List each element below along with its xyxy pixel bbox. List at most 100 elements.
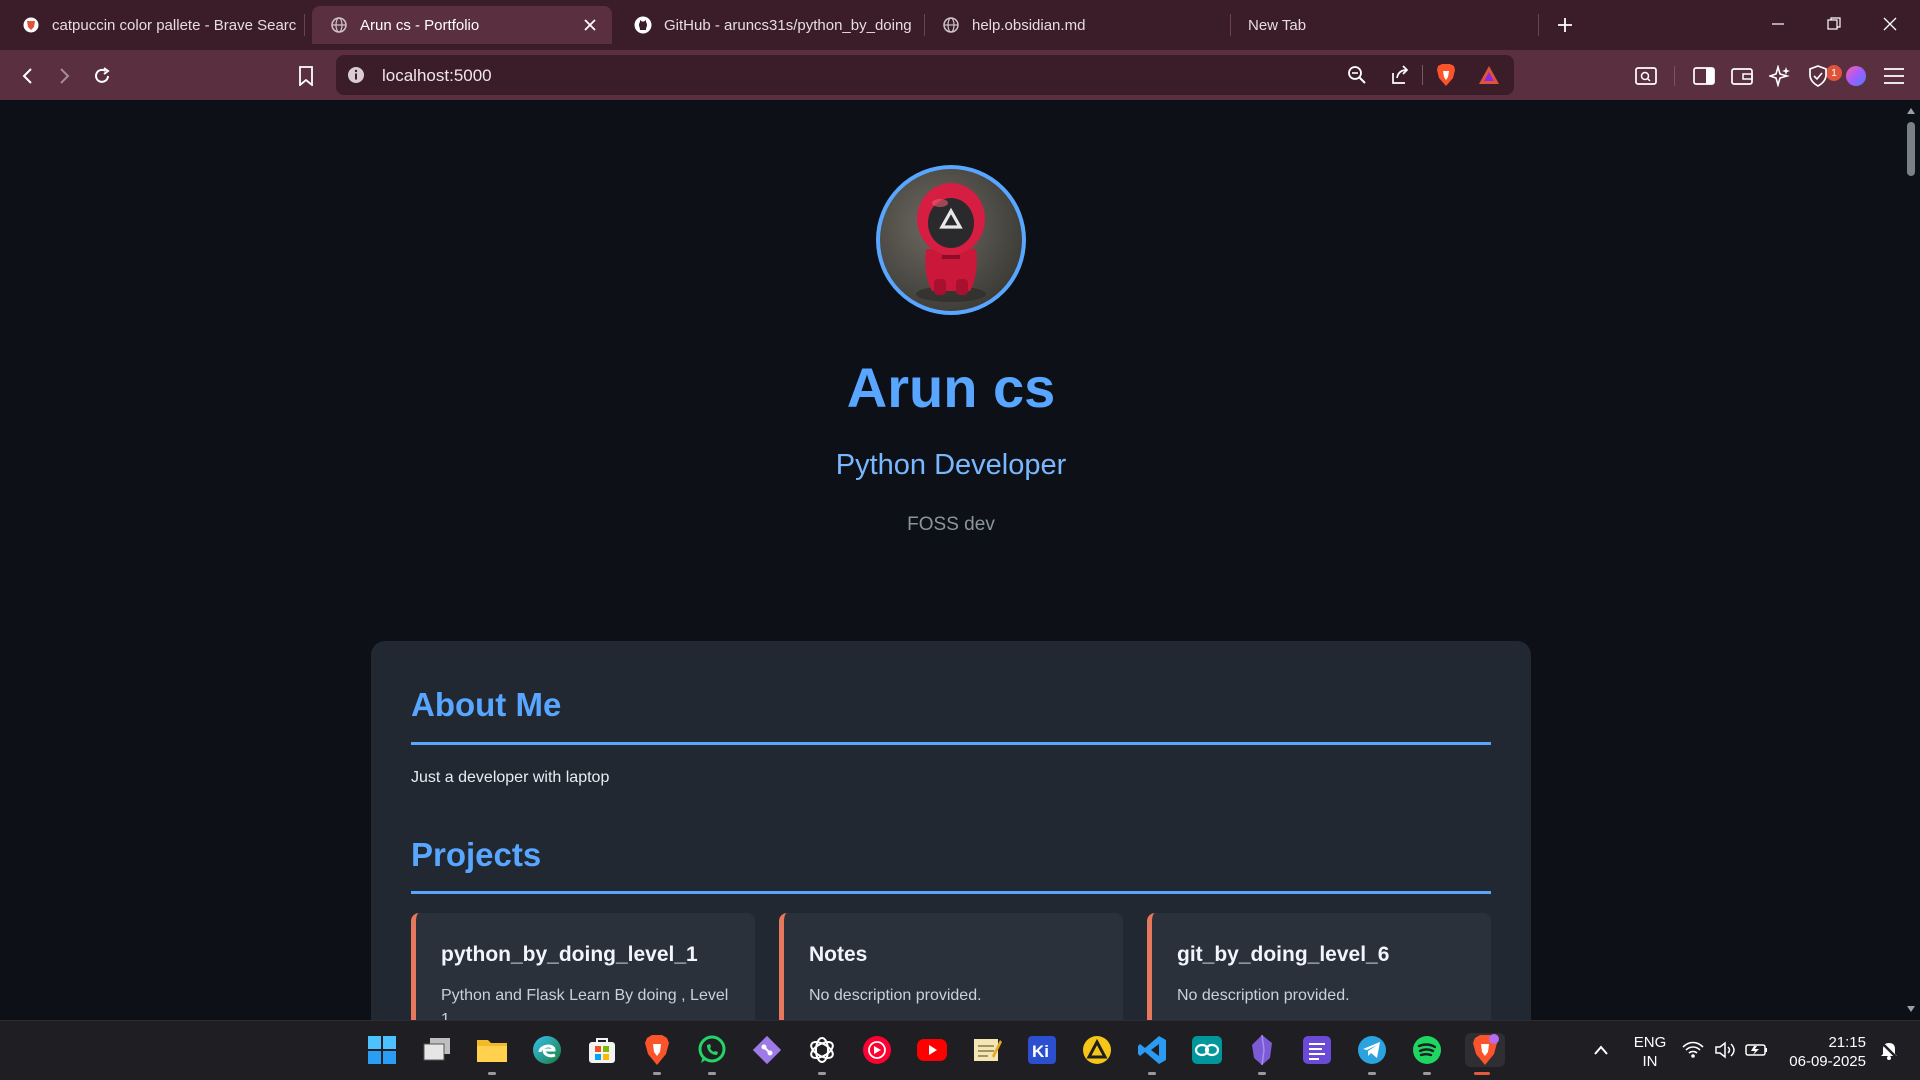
text-editor-icon[interactable] <box>1300 1033 1334 1067</box>
minimize-button[interactable] <box>1758 8 1798 40</box>
project-description: No description provided. <box>1177 987 1350 1004</box>
page-scrollbar[interactable] <box>1902 100 1920 1020</box>
tab-title: GitHub - aruncs31s/python_by_doing <box>664 16 912 34</box>
running-indicator <box>708 1072 716 1075</box>
bookmark-icon[interactable] <box>292 62 320 90</box>
clock[interactable]: 21:15 06-09-2025 <box>1782 1033 1866 1071</box>
volume-icon[interactable] <box>1712 1033 1738 1067</box>
portfolio-page: Arun cs Python Developer FOSS dev About … <box>0 100 1902 1020</box>
project-card[interactable]: Notes No description provided. <box>779 913 1123 1020</box>
region-code: IN <box>1642 1053 1658 1070</box>
reload-button[interactable] <box>88 62 116 90</box>
github-icon <box>634 16 652 34</box>
sidebar-icon[interactable] <box>1690 62 1718 90</box>
obsidian-icon[interactable] <box>1245 1033 1279 1075</box>
tab-title: catpuccin color pallete - Brave Search <box>52 16 296 34</box>
menu-icon[interactable] <box>1880 62 1908 90</box>
projects-divider <box>411 891 1491 894</box>
tab-github[interactable]: GitHub - aruncs31s/python_by_doing <box>616 6 916 44</box>
new-tab-button[interactable] <box>1552 12 1578 38</box>
chevron-up-icon[interactable] <box>1584 1033 1618 1067</box>
close-tab-icon[interactable] <box>580 15 600 35</box>
tab-divider <box>1538 14 1539 36</box>
brave-icon[interactable] <box>640 1033 674 1075</box>
svg-text:Ki: Ki <box>1032 1042 1049 1061</box>
running-indicator <box>653 1072 661 1075</box>
telegram-icon[interactable] <box>1355 1033 1389 1075</box>
project-card[interactable]: git_by_doing_level_6 No description prov… <box>1147 913 1491 1020</box>
reader-mode-icon[interactable] <box>1632 62 1660 90</box>
close-window-button[interactable] <box>1870 8 1910 40</box>
triangle-app-icon[interactable] <box>1080 1033 1114 1067</box>
squid-game-guard-figure <box>916 183 986 302</box>
back-button[interactable] <box>14 62 42 90</box>
brave-shields-icon[interactable] <box>1432 61 1460 89</box>
scrollbar-thumb[interactable] <box>1907 122 1915 176</box>
battery-icon[interactable] <box>1744 1033 1770 1067</box>
tab-obsidian-help[interactable]: help.obsidian.md <box>924 6 1224 44</box>
about-divider <box>411 742 1491 745</box>
url-text[interactable]: localhost:5000 <box>382 66 492 86</box>
leo-ai-icon[interactable] <box>1766 62 1794 90</box>
scroll-up-arrow-icon[interactable] <box>1906 106 1916 116</box>
notes-icon[interactable] <box>970 1033 1004 1067</box>
project-description: Python and Flask Learn By doing , Level … <box>441 987 729 1020</box>
running-indicator <box>818 1072 826 1075</box>
spotify-icon[interactable] <box>1410 1033 1444 1075</box>
project-title[interactable]: git_by_doing_level_6 <box>1177 943 1389 967</box>
about-text: Just a developer with laptop <box>411 769 610 786</box>
file-explorer-icon[interactable] <box>475 1033 509 1075</box>
zoom-icon[interactable] <box>1343 61 1371 89</box>
running-indicator <box>488 1072 496 1075</box>
project-card[interactable]: python_by_doing_level_1 Python and Flask… <box>411 913 755 1020</box>
tab-title: New Tab <box>1248 16 1307 34</box>
share-icon[interactable] <box>1386 61 1414 89</box>
project-description: No description provided. <box>809 987 982 1004</box>
running-indicator <box>1474 1072 1490 1075</box>
address-bar[interactable]: localhost:5000 1 <box>336 55 1842 95</box>
clock-date: 06-09-2025 <box>1789 1053 1866 1070</box>
brave-rewards-icon[interactable] <box>1475 61 1503 89</box>
projects-heading: Projects <box>411 836 542 873</box>
microsoft-store-icon[interactable] <box>585 1033 619 1067</box>
language-indicator[interactable]: ENG IN <box>1628 1033 1672 1071</box>
wifi-icon[interactable] <box>1680 1033 1706 1067</box>
kiwix-icon[interactable]: Ki <box>1025 1033 1059 1067</box>
language-code: ENG <box>1633 1034 1667 1051</box>
divider <box>1674 66 1675 86</box>
profile-name: Arun cs <box>846 356 1056 419</box>
youtube-music-icon[interactable] <box>860 1033 894 1067</box>
tab-divider <box>304 14 305 36</box>
content-card: About Me Just a developer with laptop Pr… <box>371 641 1531 1020</box>
vpn-shield-icon[interactable] <box>1804 62 1832 90</box>
profile-tagline: FOSS dev <box>907 514 995 535</box>
arduino-icon[interactable] <box>1190 1033 1224 1067</box>
whatsapp-icon[interactable] <box>695 1033 729 1075</box>
wallet-icon[interactable] <box>1728 62 1756 90</box>
brave-active-icon[interactable] <box>1465 1033 1505 1075</box>
restore-button[interactable] <box>1814 8 1854 40</box>
start-icon[interactable] <box>365 1033 399 1067</box>
chatgpt-icon[interactable] <box>805 1033 839 1075</box>
brave-search-icon <box>22 16 40 34</box>
clock-time: 21:15 <box>1828 1034 1866 1051</box>
tab-new-tab[interactable]: New Tab <box>1230 6 1530 44</box>
profile-icon[interactable] <box>1842 62 1870 90</box>
youtube-icon[interactable] <box>915 1033 949 1067</box>
forward-button[interactable] <box>50 62 78 90</box>
scroll-down-arrow-icon[interactable] <box>1906 1004 1916 1014</box>
vscode-icon[interactable] <box>1135 1033 1169 1075</box>
globe-icon <box>942 16 960 34</box>
edge-icon[interactable] <box>530 1033 564 1067</box>
tab-portfolio[interactable]: Arun cs - Portfolio <box>312 6 612 44</box>
project-title[interactable]: Notes <box>809 943 867 967</box>
running-indicator <box>1368 1072 1376 1075</box>
site-info-icon[interactable] <box>346 65 366 85</box>
project-title[interactable]: python_by_doing_level_1 <box>441 943 698 967</box>
git-icon[interactable] <box>750 1033 784 1067</box>
tab-brave-search[interactable]: catpuccin color pallete - Brave Search <box>4 6 296 44</box>
notification-bell-icon[interactable] <box>1876 1033 1902 1067</box>
profile-avatar <box>876 165 1026 315</box>
tab-title: help.obsidian.md <box>972 16 1086 34</box>
task-view-icon[interactable] <box>420 1033 454 1067</box>
